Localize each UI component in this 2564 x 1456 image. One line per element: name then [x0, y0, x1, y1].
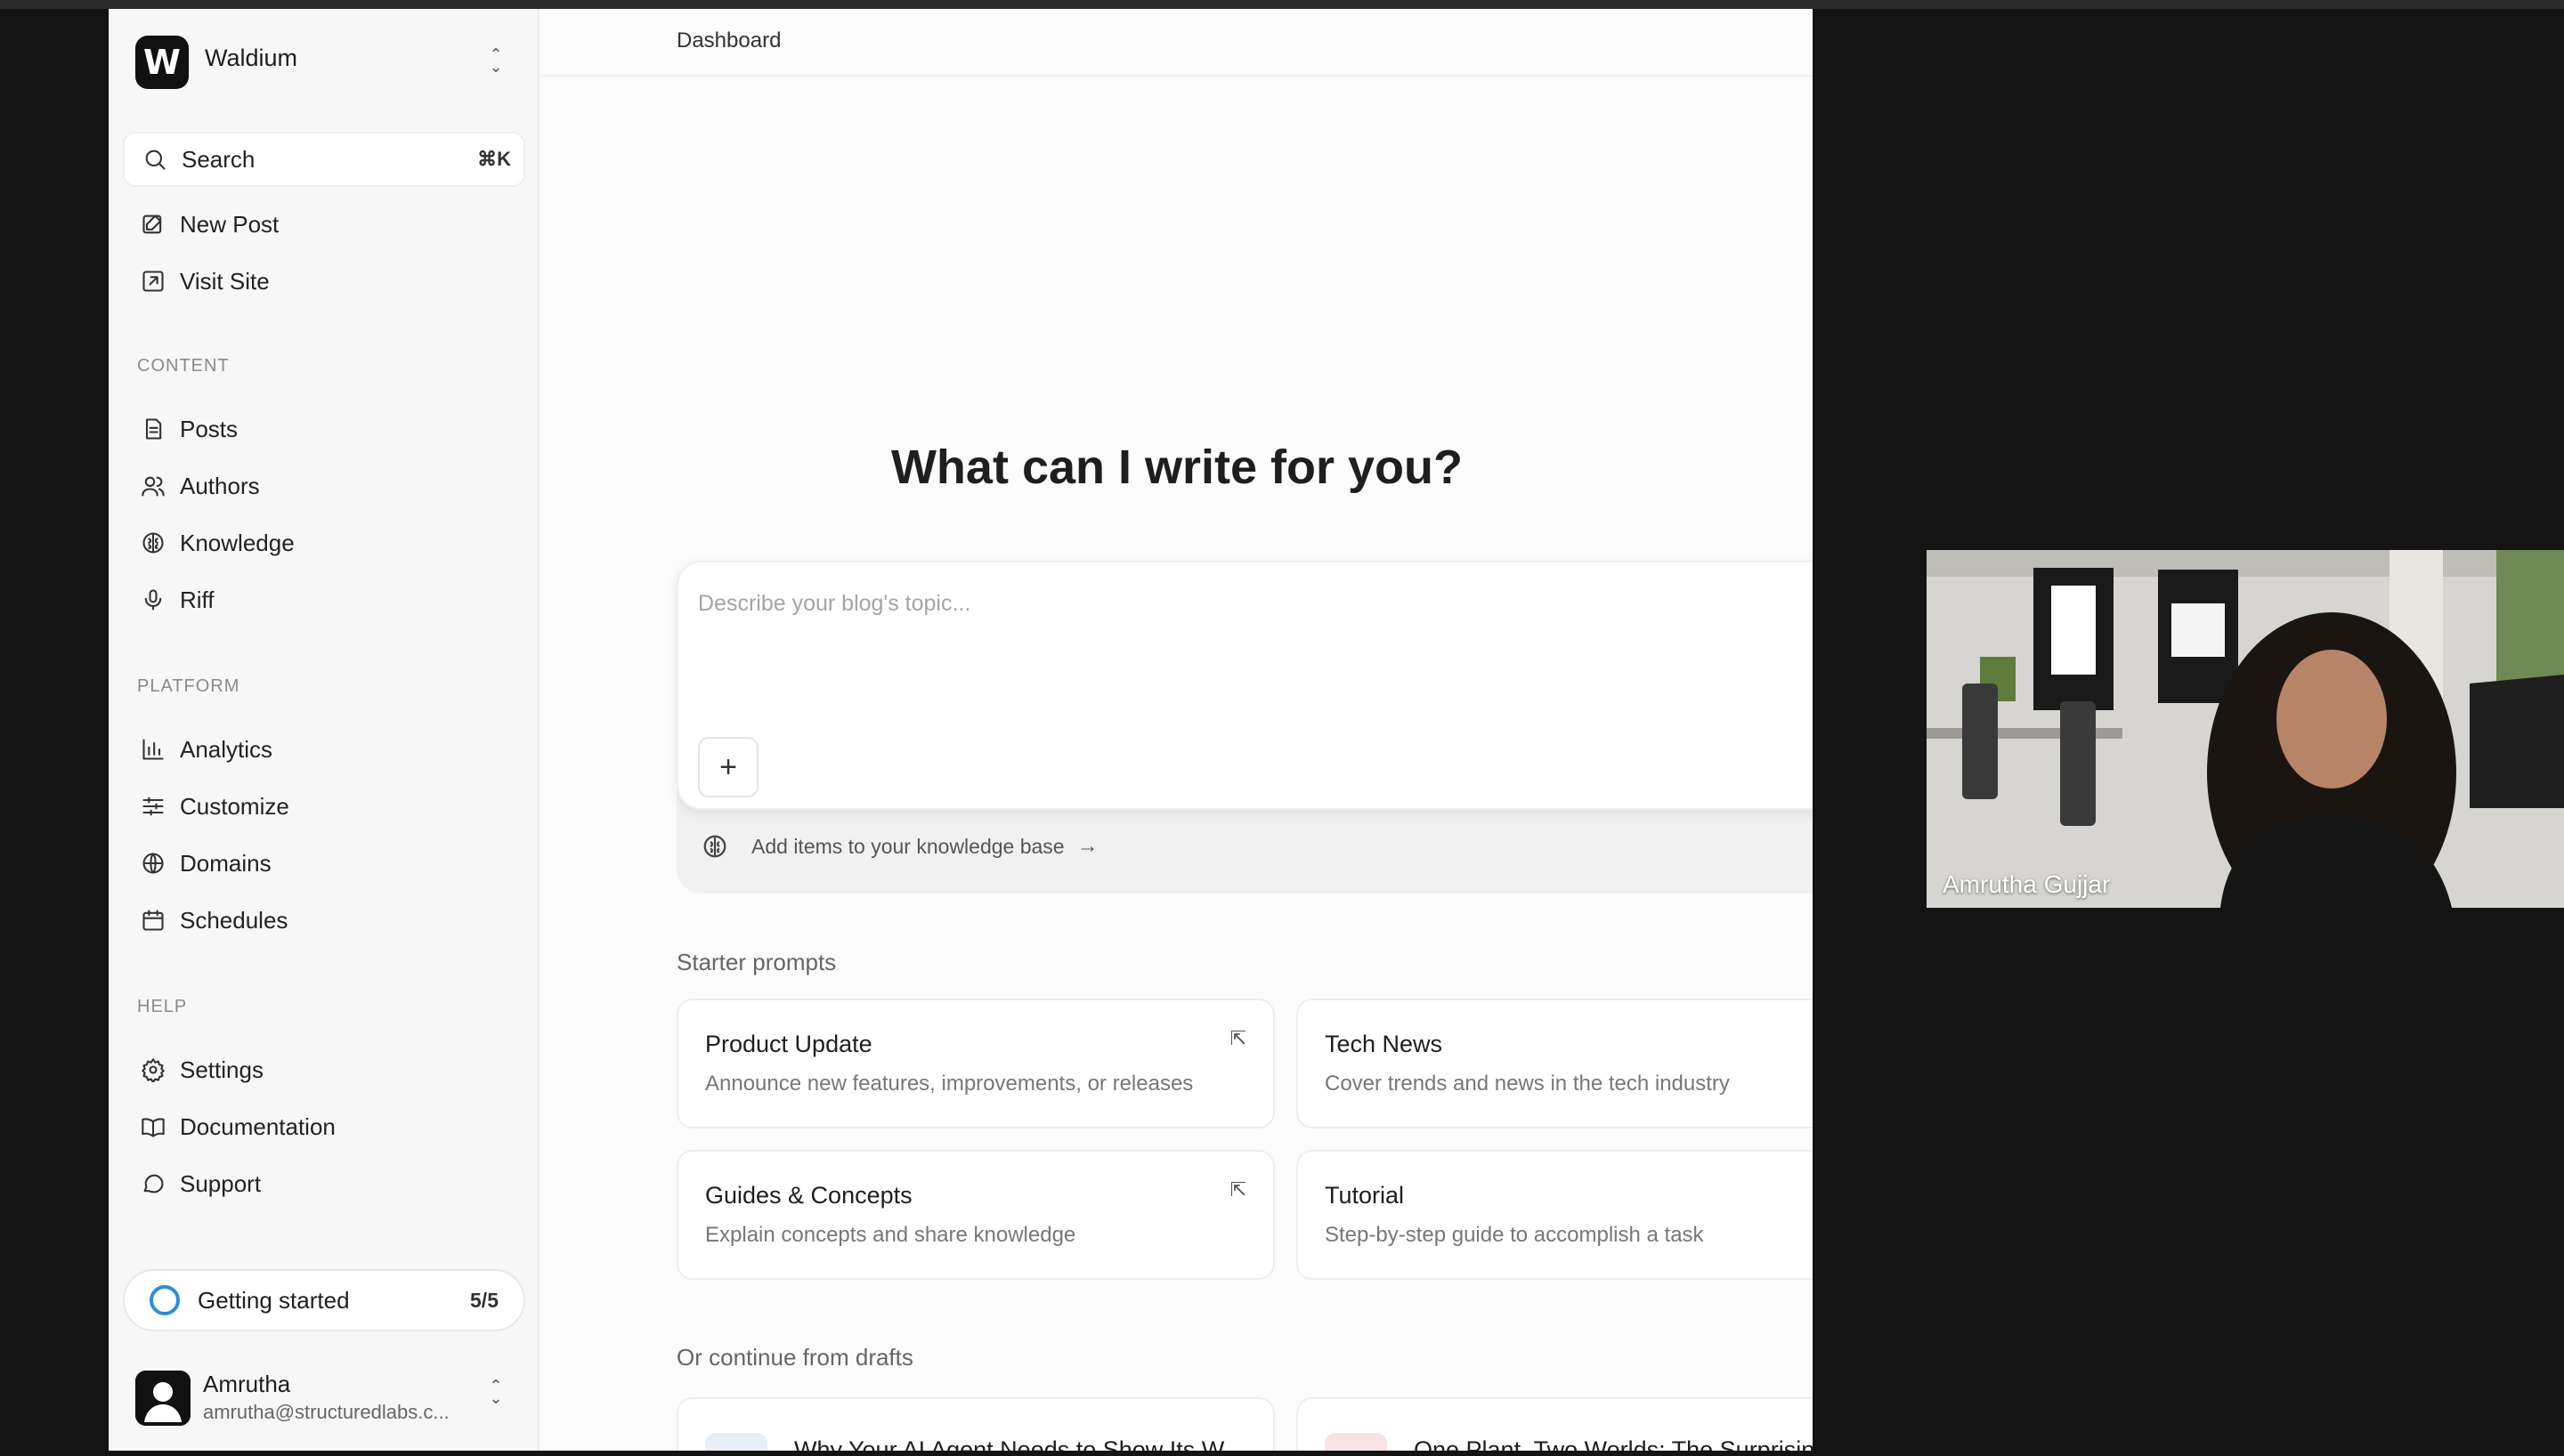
breadcrumb: Dashboard [677, 28, 782, 53]
sidebar-item-riff[interactable]: Riff [123, 575, 525, 625]
header-divider [541, 75, 1813, 77]
starter-prompt-card[interactable]: Guides & Concepts Explain concepts and s… [677, 1150, 1275, 1280]
search-shortcut: ⌘K [477, 148, 511, 170]
document-icon [139, 415, 167, 443]
sidebar-item-label: Visit Site [180, 267, 270, 295]
knowledge-base-link[interactable]: Add items to your knowledge base → [702, 833, 1099, 860]
sidebar-item-label: Documentation [180, 1112, 336, 1140]
prompt-description: Announce new features, improvements, or … [705, 1072, 1194, 1096]
video-participant-tile: Amrutha Gujjar [1927, 550, 2564, 908]
search-label: Search [182, 145, 256, 173]
sidebar-item-knowledge[interactable]: Knowledge [123, 518, 525, 568]
waldium-logo: W [135, 36, 189, 89]
composer: Describe your blog's topic... + Add item… [677, 561, 1813, 894]
prompt-title: Tech News [1325, 1031, 1443, 1057]
microphone-icon [139, 586, 167, 614]
sidebar: W Waldium ⌃ ⌄ Search ⌘K New Post Visit Si… [109, 9, 540, 1451]
user-email: amrutha@structuredlabs.c... [203, 1401, 450, 1423]
globe-icon [139, 849, 167, 878]
draft-card[interactable]: Why Your AI Agent Needs to Show Its W... [677, 1397, 1275, 1451]
sidebar-item-visit-site[interactable]: Visit Site [123, 256, 525, 306]
participant-name: Amrutha Gujjar [1943, 870, 2111, 898]
screen-top-strip [0, 0, 2564, 9]
knowledge-base-label: Add items to your knowledge base [751, 834, 1065, 858]
book-icon [139, 1112, 167, 1141]
main-content: Dashboard What can I write for you? Desc… [541, 9, 1813, 1451]
sidebar-item-authors[interactable]: Authors [123, 461, 525, 511]
sidebar-item-label: New Post [180, 210, 280, 238]
prompt-description: Step-by-step guide to accomplish a task [1325, 1223, 1704, 1247]
calendar-icon [139, 906, 167, 934]
participant-video [1927, 550, 2564, 908]
sidebar-item-posts[interactable]: Posts [123, 404, 525, 454]
draft-card[interactable]: One Plant, Two Worlds: The Surprising ..… [1296, 1397, 1813, 1451]
draft-thumbnail [705, 1433, 767, 1451]
getting-started-label: Getting started [198, 1286, 350, 1314]
prompt-title: Guides & Concepts [705, 1182, 913, 1209]
search-icon [141, 145, 169, 174]
users-icon [139, 472, 167, 500]
chat-bubble-icon [139, 1169, 167, 1198]
getting-started-count: 5/5 [470, 1288, 499, 1312]
avatar[interactable] [135, 1371, 191, 1426]
prompt-title: Product Update [705, 1031, 872, 1057]
sidebar-item-analytics[interactable]: Analytics [123, 724, 525, 774]
section-heading-help: HELP [137, 997, 188, 1016]
section-heading-platform: PLATFORM [137, 676, 240, 696]
arrow-up-left-icon: ⇱ [1229, 1178, 1246, 1201]
sidebar-item-schedules[interactable]: Schedules [123, 895, 525, 945]
bar-chart-icon [139, 735, 167, 764]
brain-icon [139, 529, 167, 557]
sidebar-item-label: Settings [180, 1056, 264, 1083]
arrow-right-icon: → [1076, 834, 1099, 858]
brain-icon [702, 833, 728, 860]
arrow-up-left-icon: ⇱ [1229, 1027, 1246, 1049]
topic-input-placeholder: Describe your blog's topic... [698, 591, 971, 616]
starter-prompts-title: Starter prompts [677, 949, 837, 975]
sidebar-item-settings[interactable]: Settings [123, 1045, 525, 1095]
sidebar-item-label: Support [180, 1169, 262, 1197]
getting-started-button[interactable]: Getting started 5/5 [123, 1269, 525, 1331]
draft-title: One Plant, Two Worlds: The Surprising ..… [1414, 1436, 1813, 1451]
sidebar-item-label: Riff [180, 586, 215, 613]
progress-ring-icon [150, 1285, 180, 1315]
sidebar-item-label: Domains [180, 849, 272, 877]
sidebar-item-label: Posts [180, 415, 239, 442]
starter-prompt-card[interactable]: Tutorial Step-by-step guide to accomplis… [1296, 1150, 1813, 1280]
prompt-title: Tutorial [1325, 1182, 1405, 1209]
section-heading-content: CONTENT [137, 356, 230, 376]
gear-icon [139, 1056, 167, 1084]
starter-prompt-card[interactable]: Tech News Cover trends and news in the t… [1296, 999, 1813, 1128]
prompt-description: Cover trends and news in the tech indust… [1325, 1072, 1730, 1096]
search-button[interactable]: Search ⌘K [123, 132, 525, 187]
edit-icon [139, 210, 167, 239]
app-window: W Waldium ⌃ ⌄ Search ⌘K New Post Visit Si… [109, 9, 1813, 1451]
sidebar-item-label: Schedules [180, 906, 288, 934]
prompt-description: Explain concepts and share knowledge [705, 1223, 1076, 1247]
sidebar-item-new-post[interactable]: New Post [123, 199, 525, 249]
external-link-icon [139, 267, 167, 295]
sidebar-item-label: Knowledge [180, 529, 295, 556]
sidebar-item-customize[interactable]: Customize [123, 781, 525, 831]
workspace-name[interactable]: Waldium [205, 44, 297, 72]
user-name: Amrutha [203, 1371, 291, 1397]
sidebar-item-label: Analytics [180, 735, 273, 763]
topic-input[interactable]: Describe your blog's topic... + [677, 561, 1813, 810]
workspace-switcher-icon[interactable]: ⌃ ⌄ [486, 46, 506, 77]
sidebar-item-support[interactable]: Support [123, 1159, 525, 1209]
sidebar-item-documentation[interactable]: Documentation [123, 1102, 525, 1152]
page-title: What can I write for you? [890, 441, 1464, 494]
sliders-icon [139, 792, 167, 821]
sidebar-item-domains[interactable]: Domains [123, 838, 525, 888]
sidebar-item-label: Customize [180, 792, 289, 820]
draft-title: Why Your AI Agent Needs to Show Its W... [794, 1436, 1244, 1451]
draft-thumbnail [1325, 1433, 1387, 1451]
plus-icon: + [719, 749, 737, 784]
sidebar-item-label: Authors [180, 472, 260, 499]
account-menu-icon[interactable]: ⌃ ⌄ [486, 1378, 506, 1408]
starter-prompt-card[interactable]: Product Update Announce new features, im… [677, 999, 1275, 1128]
add-attachment-button[interactable]: + [698, 737, 759, 797]
drafts-title: Or continue from drafts [677, 1344, 913, 1371]
